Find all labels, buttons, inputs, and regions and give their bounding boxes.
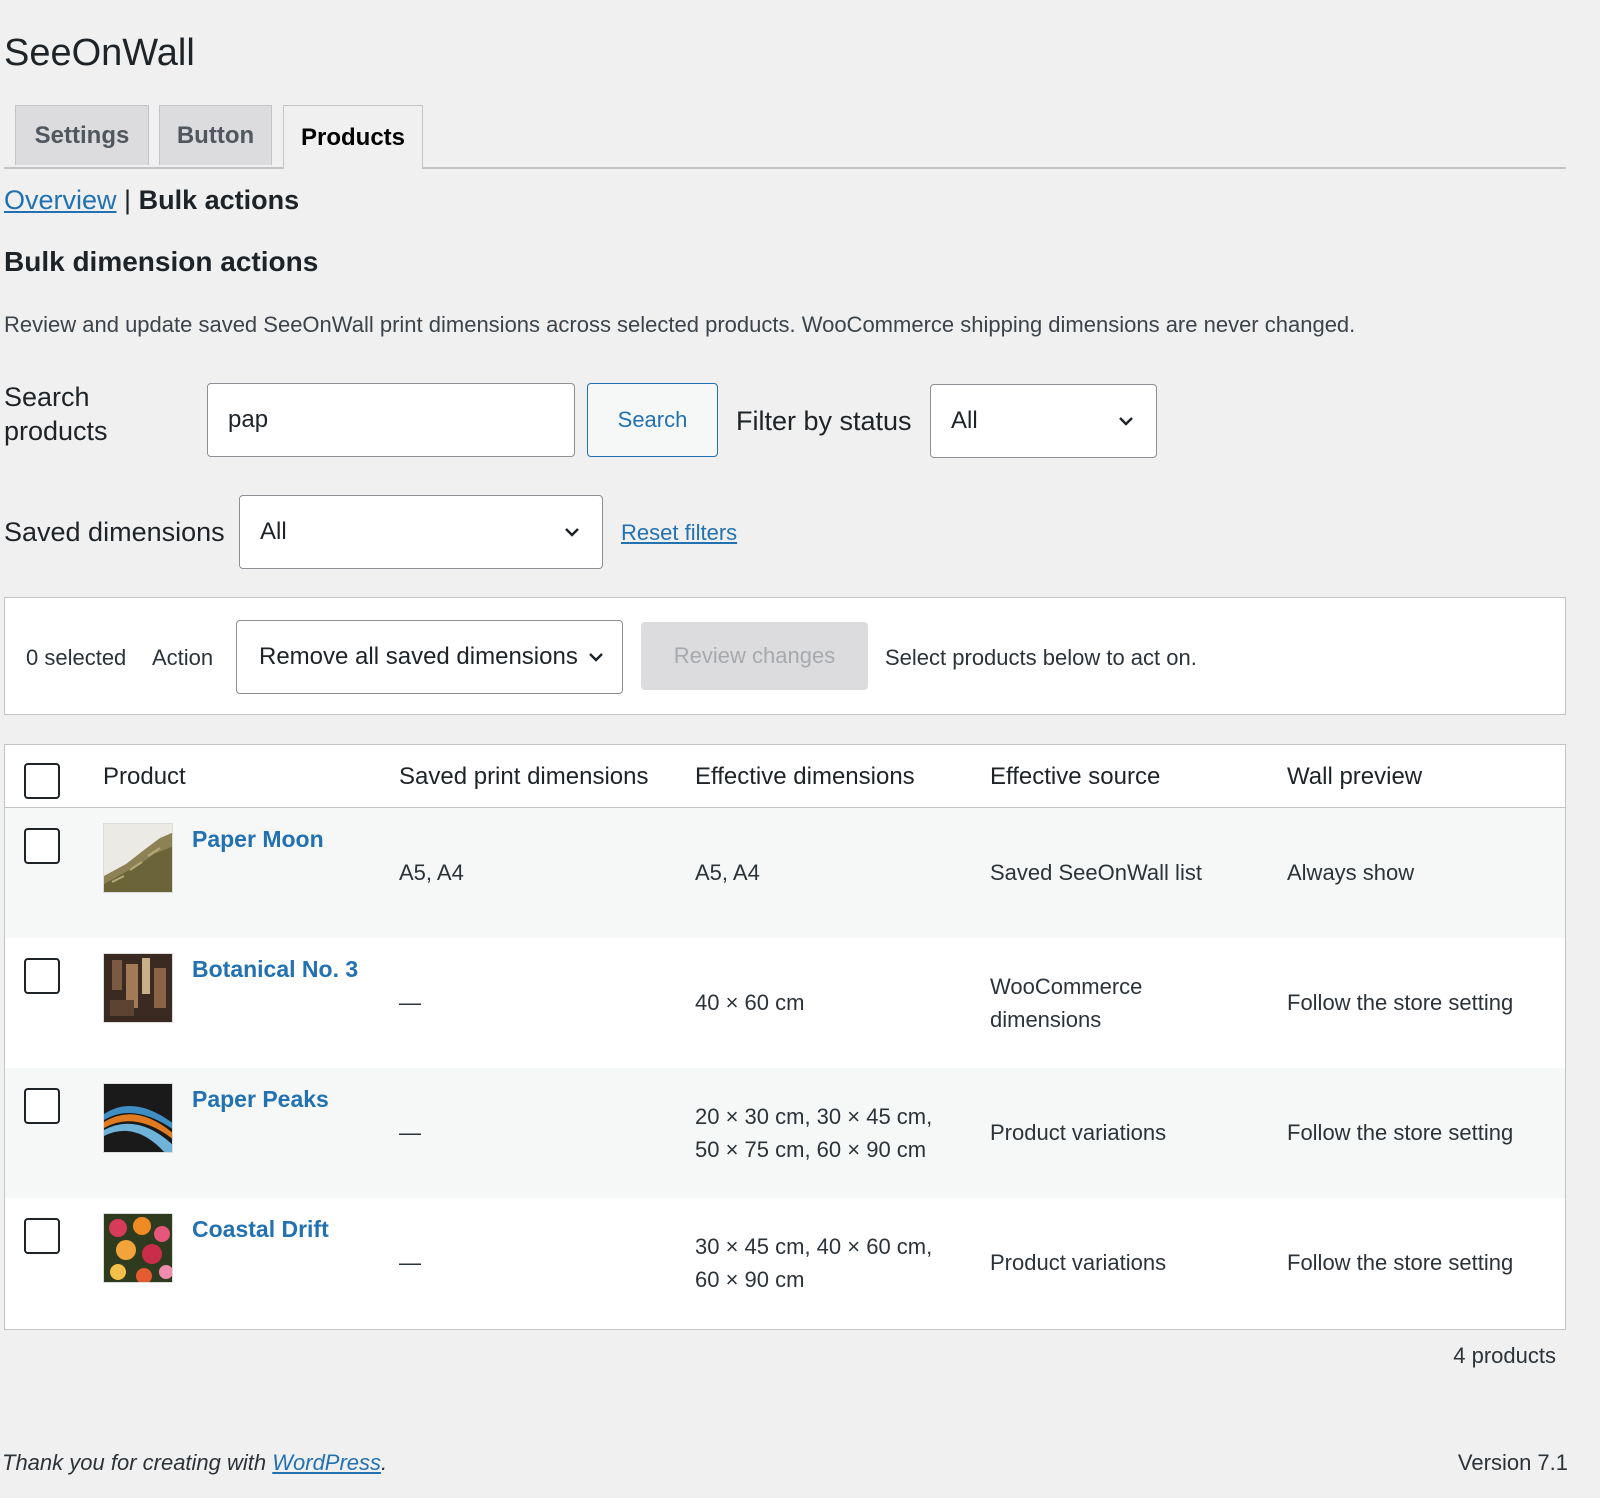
column-header-effective-source: Effective source [990,763,1161,790]
row-checkbox[interactable] [24,1218,60,1254]
saved-dimensions-select[interactable]: All [239,495,603,569]
effective-dimensions-cell: 20 × 30 cm, 30 × 45 cm, 50 × 75 cm, 60 ×… [695,1100,932,1166]
footer-thanks: Thank you for creating with WordPress. [2,1450,387,1476]
product-thumbnail[interactable] [103,1083,173,1153]
tab-settings[interactable]: Settings [15,105,149,165]
page-title: SeeOnWall [4,32,195,74]
action-select-value: Remove all saved dimensions [259,643,578,670]
search-label-line2: products [4,415,108,446]
product-name-link[interactable]: Botanical No. 3 [192,956,358,983]
action-hint: Select products below to act on. [885,645,1197,670]
subnav-current: Bulk actions [138,185,300,215]
product-image [104,1084,172,1152]
row-checkbox[interactable] [24,828,60,864]
reset-filters-link[interactable]: Reset filters [621,520,737,546]
table-row: Botanical No. 3 — 40 × 60 cm WooCommerce… [5,938,1565,1068]
column-header-product: Product [103,763,186,790]
footer-version: Version 7.1 [1457,1450,1568,1475]
search-label-line1: Search [4,382,90,412]
product-name-link[interactable]: Paper Moon [192,826,324,853]
product-image [104,824,172,892]
selected-count: 0 selected [26,645,127,670]
select-all-checkbox[interactable] [24,763,60,799]
effective-dimensions-line: 30 × 45 cm, 40 × 60 cm, [695,1234,933,1259]
footer-thanks-suffix: . [381,1450,388,1475]
chevron-down-icon [1119,417,1133,426]
effective-dimensions-cell: 40 × 60 cm [695,990,805,1015]
status-filter-select[interactable]: All [930,384,1157,458]
column-header-effective-dimensions: Effective dimensions [695,763,915,790]
saved-dimensions-cell: — [399,1120,421,1145]
product-thumbnail[interactable] [103,1213,173,1283]
review-changes-button[interactable]: Review changes [641,622,868,690]
search-label: Search products [4,381,108,449]
product-image [104,1214,172,1282]
effective-source-cell: Saved SeeOnWall list [990,860,1202,885]
tab-button[interactable]: Button [159,105,272,165]
effective-dimensions-line: 60 × 90 cm [695,1267,805,1292]
table-row: Paper Peaks — 20 × 30 cm, 30 × 45 cm, 50… [5,1068,1565,1198]
subnav: Overview | Bulk actions [4,185,299,216]
saved-dimensions-value: All [260,518,287,545]
saved-dimensions-cell: — [399,1250,421,1275]
column-header-saved-dimensions: Saved print dimensions [399,763,649,790]
search-button[interactable]: Search [587,383,718,457]
effective-dimensions-line: A5, A4 [695,860,760,885]
chevron-down-icon [565,528,579,537]
section-title: Bulk dimension actions [4,246,319,277]
nav-tab-wrapper: Settings Button Products [4,105,1566,169]
effective-source-cell: WooCommerce dimensions [990,970,1142,1036]
wall-preview-cell: Follow the store setting [1287,990,1514,1015]
overview-link[interactable]: Overview [4,185,117,215]
effective-dimensions-cell: A5, A4 [695,856,760,889]
row-checkbox[interactable] [24,1088,60,1124]
action-select[interactable]: Remove all saved dimensions [236,620,623,694]
status-filter-label: Filter by status [736,406,912,436]
action-label: Action [152,645,214,670]
effective-dimensions-line: 50 × 75 cm, 60 × 90 cm [695,1137,927,1162]
product-name-link[interactable]: Paper Peaks [192,1086,329,1113]
effective-source-cell: Product variations [990,1120,1167,1145]
effective-dimensions-cell: 30 × 45 cm, 40 × 60 cm, 60 × 90 cm [695,1230,932,1296]
row-checkbox[interactable] [24,958,60,994]
effective-source-line: WooCommerce [990,974,1143,999]
bulk-action-bar: 0 selected Action Remove all saved dimen… [4,597,1566,715]
section-description: Review and update saved SeeOnWall print … [4,312,1356,337]
products-table: Product Saved print dimensions Effective… [4,744,1566,1330]
table-row: Coastal Drift — 30 × 45 cm, 40 × 60 cm, … [5,1198,1565,1328]
subnav-separator: | [124,185,132,215]
column-header-wall-preview: Wall preview [1287,763,1423,790]
search-input[interactable]: pap [207,383,575,457]
table-row: Paper Moon A5, A4 A5, A4 Saved SeeOnWall… [5,808,1565,938]
footer-thanks-prefix: Thank you for creating with [2,1450,273,1475]
effective-dimensions-line: 20 × 30 cm, 30 × 45 cm, [695,1104,933,1129]
wall-preview-cell: Follow the store setting [1287,1250,1514,1275]
saved-dimensions-cell: — [399,990,421,1015]
effective-source-cell: Product variations [990,1250,1167,1275]
status-filter-value: All [951,407,978,434]
product-thumbnail[interactable] [103,823,173,893]
saved-dimensions-cell: A5, A4 [399,860,464,885]
product-thumbnail[interactable] [103,953,173,1023]
product-count: 4 products [1453,1343,1556,1368]
chevron-down-icon [589,653,603,662]
product-name-link[interactable]: Coastal Drift [192,1216,329,1243]
tab-products[interactable]: Products [283,105,423,169]
wordpress-link[interactable]: WordPress [272,1450,381,1475]
saved-dimensions-label: Saved dimensions [4,517,225,547]
effective-source-line: dimensions [990,1007,1102,1032]
product-image [104,954,172,1022]
table-header: Product Saved print dimensions Effective… [5,745,1565,808]
wall-preview-cell: Follow the store setting [1287,1120,1514,1145]
wall-preview-cell: Always show [1287,860,1415,885]
